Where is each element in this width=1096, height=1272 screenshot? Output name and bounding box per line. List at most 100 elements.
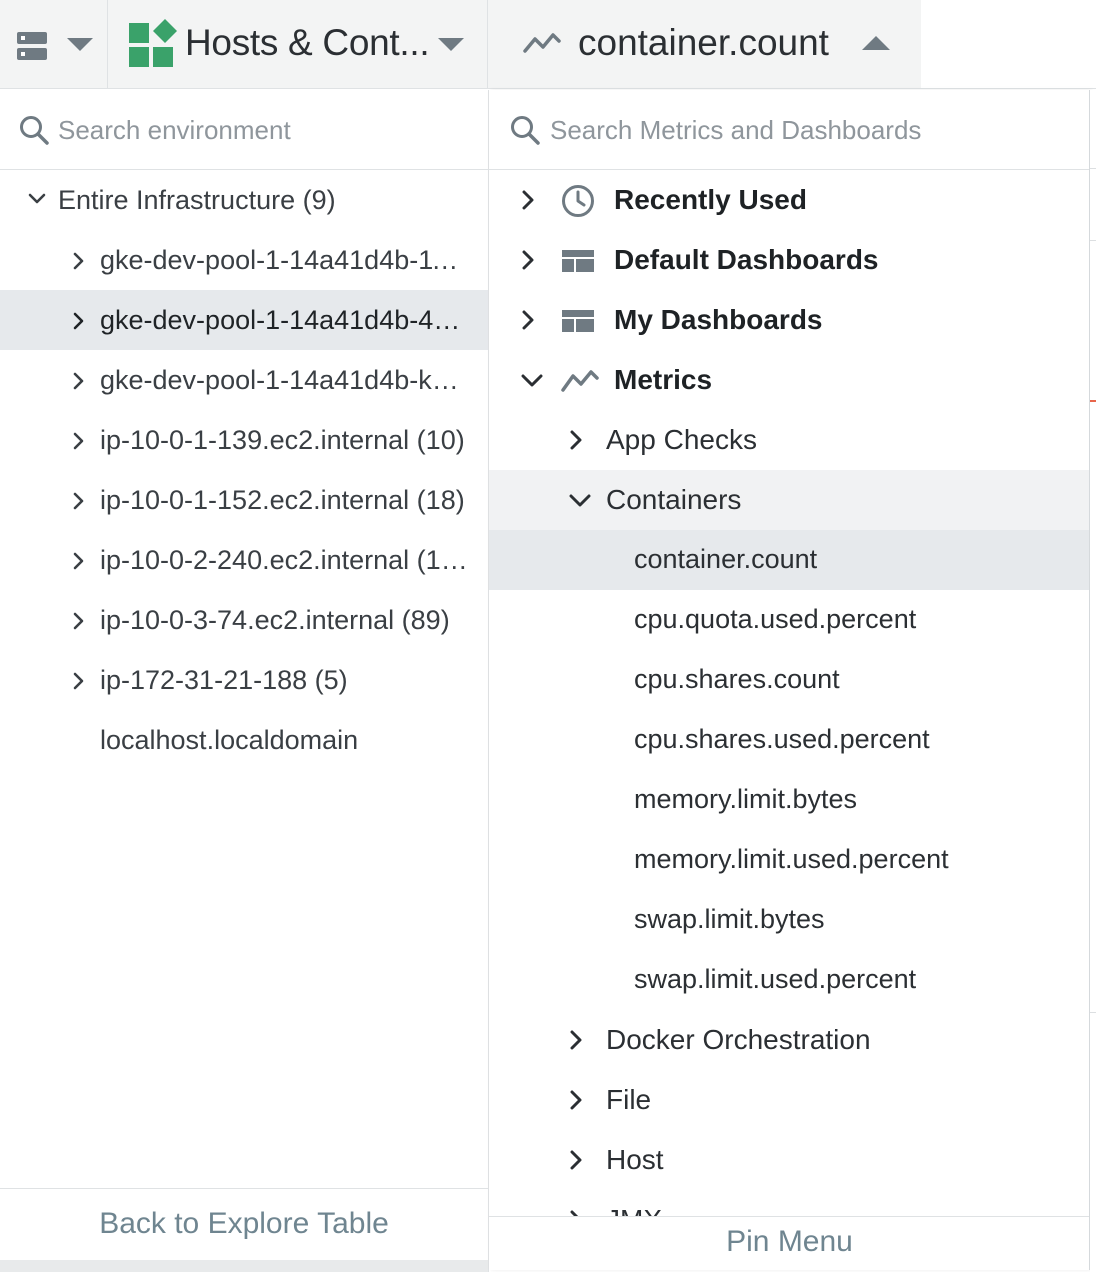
environment-search — [0, 90, 488, 170]
chevron-right-icon — [73, 672, 84, 690]
menu-group-my-dashboards[interactable]: My Dashboards — [489, 290, 1089, 350]
chevron-right-icon — [73, 432, 84, 450]
metric-item[interactable]: cpu.quota.used.percent — [489, 590, 1089, 650]
host-row[interactable]: localhost.localdomain — [0, 710, 488, 770]
host-row[interactable]: gke-dev-pool-1-14a41d4b-11kz... — [0, 230, 488, 290]
host-label: ip-10-0-1-139.ec2.internal (10) — [100, 425, 465, 455]
metric-label: cpu.shares.used.percent — [634, 724, 930, 754]
scope-label: Hosts & Cont... — [185, 22, 430, 63]
tree-root-entire-infrastructure[interactable]: Entire Infrastructure (9) — [0, 170, 488, 230]
chevron-right-icon — [570, 430, 582, 450]
host-row-selected[interactable]: gke-dev-pool-1-14a41d4b-40rc... — [0, 290, 488, 350]
menu-group-label: Default Dashboards — [614, 244, 879, 275]
chevron-right-icon — [522, 250, 534, 270]
chevron-right-icon — [570, 1030, 582, 1050]
selected-metric-label: container.count — [578, 22, 829, 63]
chevron-up-icon — [862, 36, 890, 50]
chevron-down-icon — [67, 38, 93, 51]
host-label: ip-172-31-21-188 (5) — [100, 665, 348, 695]
chevron-right-icon — [73, 492, 84, 510]
metric-item[interactable]: swap.limit.bytes — [489, 890, 1089, 950]
metric-selector[interactable]: container.count — [489, 0, 921, 88]
host-row[interactable]: ip-10-0-1-152.ec2.internal (18) — [0, 470, 488, 530]
menu-group-default-dashboards[interactable]: Default Dashboards — [489, 230, 1089, 290]
host-label: ip-10-0-1-152.ec2.internal (18) — [100, 485, 465, 515]
back-to-explore-table-link[interactable]: Back to Explore Table — [0, 1189, 488, 1261]
menu-group-label: My Dashboards — [614, 304, 823, 335]
view-menu-button[interactable] — [0, 0, 108, 88]
host-row[interactable]: ip-172-31-21-188 (5) — [0, 650, 488, 710]
menu-group-recently-used[interactable]: Recently Used — [489, 170, 1089, 230]
host-label: ip-10-0-3-74.ec2.internal (89) — [100, 605, 450, 635]
pin-menu-button[interactable]: Pin Menu — [489, 1217, 1089, 1269]
chevron-right-icon — [570, 1150, 582, 1170]
metric-item[interactable]: cpu.shares.count — [489, 650, 1089, 710]
host-label: ip-10-0-2-240.ec2.internal (109) — [100, 545, 470, 575]
metrics-dashboards-menu: Recently Used Default Dashboards My Dash… — [489, 90, 1090, 1270]
search-icon — [511, 116, 540, 145]
metric-item-active[interactable]: container.count — [489, 530, 1089, 590]
host-row[interactable]: ip-10-0-1-139.ec2.internal (10) — [0, 410, 488, 470]
category-app-checks[interactable]: App Checks — [489, 410, 1089, 470]
metric-item[interactable]: memory.limit.used.percent — [489, 830, 1089, 890]
category-label: App Checks — [606, 424, 757, 455]
metric-label: memory.limit.bytes — [634, 784, 858, 814]
host-label: gke-dev-pool-1-14a41d4b-11kz... — [100, 245, 470, 275]
host-row[interactable]: gke-dev-pool-1-14a41d4b-kh1... — [0, 350, 488, 410]
menu-group-metrics[interactable]: Metrics — [489, 350, 1089, 410]
metrics-search-input[interactable] — [550, 108, 1070, 152]
metric-label: swap.limit.bytes — [634, 904, 825, 934]
environment-search-input[interactable] — [58, 108, 458, 152]
chevron-down-icon — [569, 494, 591, 507]
background-divider — [1090, 240, 1096, 241]
metric-label: memory.limit.used.percent — [634, 844, 949, 874]
environment-panel: Entire Infrastructure (9) gke-dev-pool-1… — [0, 90, 489, 1272]
menu-footer: Pin Menu — [489, 1216, 1089, 1270]
metric-label: container.count — [634, 544, 818, 574]
metric-label: cpu.quota.used.percent — [634, 604, 917, 634]
chevron-right-icon — [522, 310, 534, 330]
category-file[interactable]: File — [489, 1070, 1089, 1130]
category-label: Docker Orchestration — [606, 1024, 871, 1055]
metric-item[interactable]: cpu.shares.used.percent — [489, 710, 1089, 770]
chevron-right-icon — [522, 190, 534, 210]
chevron-right-icon — [570, 1090, 582, 1110]
background-divider — [1090, 168, 1096, 169]
line-chart-icon — [523, 33, 561, 53]
host-label: localhost.localdomain — [100, 725, 359, 755]
category-host[interactable]: Host — [489, 1130, 1089, 1190]
dashboard-icon — [562, 250, 594, 272]
scope-selector[interactable]: Hosts & Cont... — [108, 0, 488, 88]
chevron-down-icon — [438, 38, 464, 51]
category-label: Host — [606, 1144, 664, 1175]
metric-label: swap.limit.used.percent — [634, 964, 917, 994]
host-row[interactable]: ip-10-0-3-74.ec2.internal (89) — [0, 590, 488, 650]
menu-group-label: Metrics — [614, 364, 713, 395]
category-containers[interactable]: Containers — [489, 470, 1089, 530]
background-page-edge — [1090, 90, 1096, 1272]
line-chart-icon — [561, 370, 599, 392]
category-label: Containers — [606, 484, 742, 515]
metric-label: cpu.shares.count — [634, 664, 840, 694]
host-row[interactable]: ip-10-0-2-240.ec2.internal (109) — [0, 530, 488, 590]
chevron-right-icon — [73, 552, 84, 570]
background-divider — [1090, 1012, 1096, 1013]
category-docker-orchestration[interactable]: Docker Orchestration — [489, 1010, 1089, 1070]
metric-item[interactable]: swap.limit.used.percent — [489, 950, 1089, 1010]
footer-divider-strip — [0, 1260, 488, 1272]
clock-icon — [562, 185, 594, 217]
tree-root-label: Entire Infrastructure (9) — [58, 185, 336, 215]
chevron-right-icon — [73, 252, 84, 270]
chevron-down-icon — [28, 193, 46, 204]
search-icon — [20, 116, 49, 145]
metric-item[interactable]: memory.limit.bytes — [489, 770, 1089, 830]
chevron-down-icon — [521, 374, 543, 387]
top-bar: Hosts & Cont... container.count — [0, 0, 1096, 89]
host-label: gke-dev-pool-1-14a41d4b-kh1... — [100, 365, 470, 395]
category-label: File — [606, 1084, 652, 1115]
chevron-right-icon — [73, 372, 84, 390]
background-accent-line — [1090, 400, 1096, 402]
menu-group-label: Recently Used — [614, 184, 807, 215]
left-footer: Back to Explore Table — [0, 1188, 488, 1260]
server-list-icon — [17, 32, 47, 60]
